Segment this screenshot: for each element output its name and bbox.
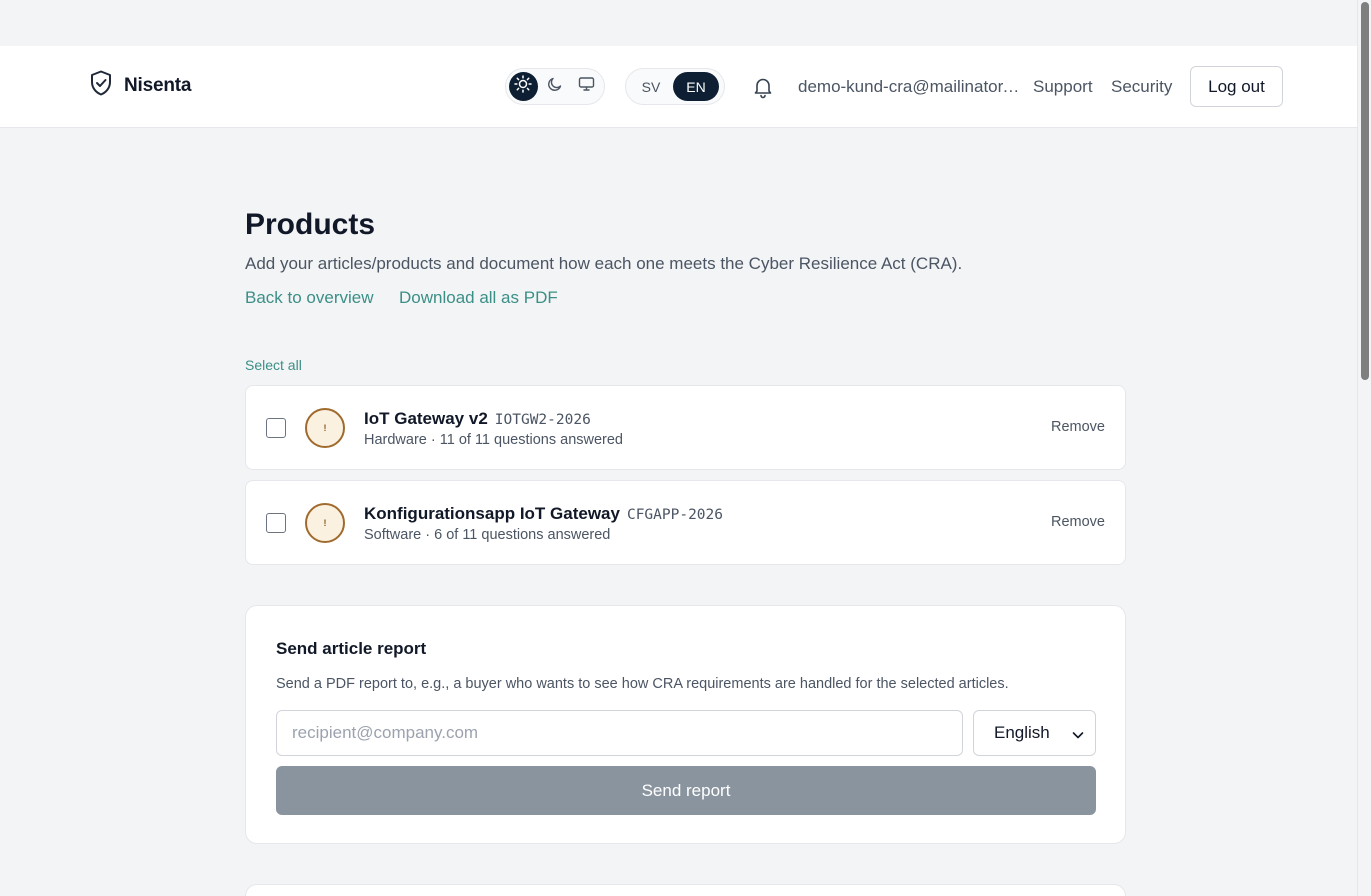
- product-meta: Software · 6 of 11 questions answered: [364, 527, 611, 543]
- moon-icon: [547, 76, 563, 97]
- report-language-value: English: [994, 723, 1050, 742]
- theme-system-button[interactable]: [572, 72, 601, 101]
- report-language-select[interactable]: English: [973, 710, 1096, 756]
- back-to-overview-link[interactable]: Back to overview: [245, 288, 374, 308]
- product-title: IoT Gateway v2: [364, 409, 488, 428]
- status-warning-icon: !: [305, 503, 345, 543]
- product-code: CFGAPP-2026: [626, 507, 723, 523]
- select-all-link[interactable]: Select all: [245, 357, 302, 373]
- page-scrollbar[interactable]: [1357, 0, 1371, 896]
- send-report-button[interactable]: Send report: [276, 766, 1096, 815]
- product-title: Konfigurationsapp IoT Gateway: [364, 504, 620, 523]
- app-header: Nisenta SV EN demo-kund-cra@mailinator.c…: [0, 46, 1357, 128]
- theme-toggle: [505, 68, 605, 105]
- product-checkbox[interactable]: [266, 418, 286, 438]
- report-description: Send a PDF report to, e.g., a buyer who …: [276, 676, 1009, 692]
- sun-icon: [514, 75, 533, 98]
- security-link[interactable]: Security: [1111, 77, 1172, 97]
- user-email[interactable]: demo-kund-cra@mailinator.com: [798, 77, 1020, 97]
- shield-check-icon: [90, 70, 112, 101]
- product-checkbox[interactable]: [266, 513, 286, 533]
- product-card: ! IoT Gateway v2 IOTGW2-2026 Hardware · 1…: [245, 385, 1126, 470]
- next-section-card: [245, 884, 1126, 896]
- chevron-down-icon: [1071, 727, 1085, 747]
- support-link[interactable]: Support: [1033, 77, 1093, 97]
- theme-dark-button[interactable]: [541, 72, 570, 101]
- brand[interactable]: Nisenta: [90, 70, 191, 101]
- bell-icon: [752, 78, 774, 103]
- brand-name: Nisenta: [124, 74, 192, 96]
- top-strip: [0, 0, 1357, 46]
- logout-button[interactable]: Log out: [1190, 66, 1283, 107]
- notifications-button[interactable]: [752, 75, 774, 104]
- download-pdf-link[interactable]: Download all as PDF: [399, 288, 558, 308]
- report-title: Send article report: [276, 639, 427, 658]
- product-meta: Hardware · 11 of 11 questions answered: [364, 432, 623, 448]
- language-en-button[interactable]: EN: [673, 72, 719, 101]
- status-warning-icon: !: [305, 408, 345, 448]
- theme-light-button[interactable]: [509, 72, 538, 101]
- product-card: ! Konfigurationsapp IoT Gateway CFGAPP-20…: [245, 480, 1126, 565]
- send-report-card: Send article report Send a PDF report to…: [245, 605, 1126, 844]
- product-code: IOTGW2-2026: [494, 412, 591, 428]
- language-sv-button[interactable]: SV: [629, 72, 673, 101]
- monitor-icon: [578, 76, 595, 97]
- recipient-email-input[interactable]: [276, 710, 963, 756]
- remove-product-button[interactable]: Remove: [1051, 419, 1105, 435]
- page-title: Products: [245, 208, 376, 241]
- product-name[interactable]: Konfigurationsapp IoT Gateway CFGAPP-2026: [364, 504, 723, 524]
- page-description: Add your articles/products and document …: [245, 254, 963, 273]
- remove-product-button[interactable]: Remove: [1051, 514, 1105, 530]
- product-name[interactable]: IoT Gateway v2 IOTGW2-2026: [364, 409, 591, 429]
- language-toggle: SV EN: [625, 68, 725, 105]
- scrollbar-thumb[interactable]: [1361, 2, 1369, 380]
